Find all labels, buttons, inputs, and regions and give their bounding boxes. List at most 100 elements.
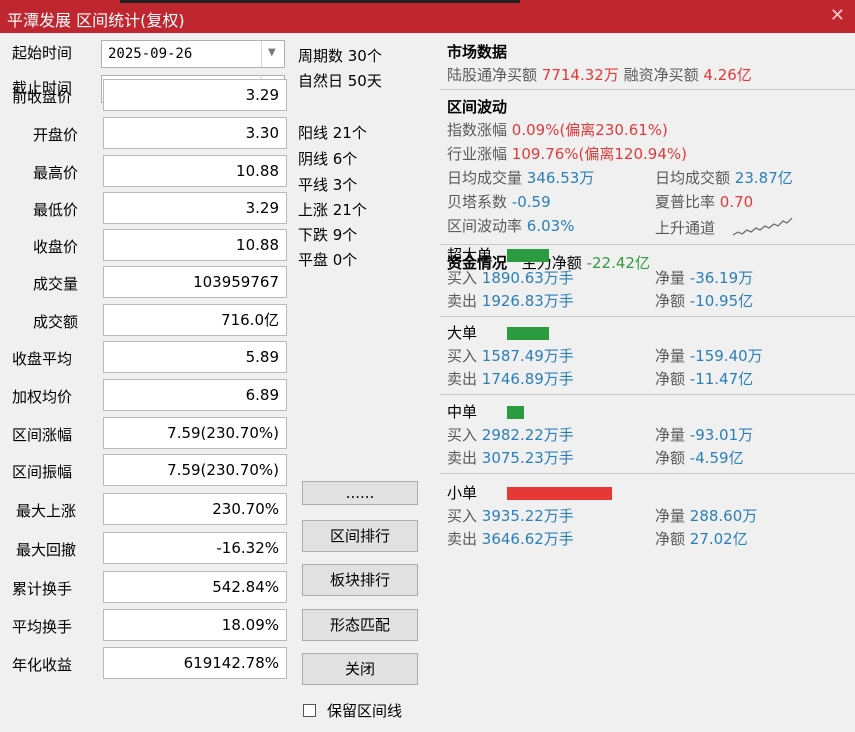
stat-value-field: 230.70% (103, 493, 287, 525)
fund-flow-bar (507, 327, 549, 340)
fund-field-value: -11.47亿 (689, 370, 754, 388)
stat-label: 最大回撤 (16, 541, 77, 559)
natural-days: 自然日 50天 (298, 72, 382, 90)
pattern-match-button[interactable]: 形态匹配 (302, 609, 418, 641)
fund-net-amount: 净额 27.02亿 (655, 528, 748, 549)
fund-buy: 买入 3935.22万手 (447, 505, 574, 526)
count-yin: 阴线 6个 (298, 150, 358, 168)
hsgt-value: 7714.32万 (541, 66, 619, 84)
stat-value-field: 3.29 (103, 192, 287, 224)
fund-field-label: 净额 (655, 449, 690, 467)
avg-amount-value: 23.87亿 (734, 169, 793, 187)
stat-label: 收盘平均 (12, 350, 73, 368)
fund-field-label: 卖出 (447, 292, 482, 310)
stat-label: 最低价 (33, 201, 79, 219)
fund-field-value: -4.59亿 (689, 449, 744, 467)
fund-net-volume: 净量 -93.01万 (655, 424, 753, 445)
fund-net-amount: 净额 -4.59亿 (655, 447, 744, 468)
avg-amount-row: 日均成交额 23.87亿 (655, 167, 793, 188)
stat-label: 年化收益 (12, 656, 73, 674)
fund-field-value: -10.95亿 (689, 292, 754, 310)
fund-flow-bar (507, 406, 524, 419)
range-rank-button[interactable]: 区间排行 (302, 520, 418, 552)
fund-group-name: 小单 (447, 484, 478, 502)
fund-group-name: 大单 (447, 324, 478, 342)
fund-field-label: 卖出 (447, 370, 482, 388)
margin-label: 融资净买额 (623, 66, 699, 84)
stats-dialog: 起始时间 2025-09-26 ▼ 截止时间 2025-11-14 ▼ 前收盘价… (0, 33, 855, 732)
fund-field-value: 1587.49万手 (481, 347, 574, 365)
stat-label: 区间涨幅 (12, 426, 73, 444)
stat-value-field: 10.88 (103, 229, 287, 261)
market-data-heading: 市场数据 (447, 43, 508, 61)
cycle-count: 周期数 30个 (298, 47, 382, 65)
close-icon[interactable]: ✕ (830, 5, 845, 26)
stat-value-field: -16.32% (103, 532, 287, 564)
stat-value-field: 7.59(230.70%) (103, 417, 287, 449)
index-change-value: 0.09%(偏离230.61%) (511, 121, 668, 139)
start-date-value: 2025-09-26 (108, 46, 193, 62)
divider (440, 316, 855, 317)
divider (440, 244, 855, 245)
start-date-dropdown-button[interactable]: ▼ (261, 41, 284, 67)
keep-range-line-checkbox[interactable] (303, 704, 316, 717)
more-button[interactable]: ...... (302, 481, 418, 505)
fund-field-label: 净量 (655, 269, 690, 287)
fund-buy: 买入 1890.63万手 (447, 267, 574, 288)
beta-label: 贝塔系数 (447, 193, 508, 211)
index-change-label: 指数涨幅 (447, 121, 508, 139)
fund-buy: 买入 2982.22万手 (447, 424, 574, 445)
stat-value-field: 3.29 (103, 79, 287, 111)
count-up: 上涨 21个 (298, 201, 367, 219)
sharpe-row: 夏普比率 0.70 (655, 191, 753, 212)
vol-rate-row: 区间波动率 6.03% (447, 215, 574, 236)
fund-flow-bar (507, 487, 612, 500)
window-title: 平潭发展 区间统计(复权) (7, 11, 185, 30)
fund-field-label: 净量 (655, 347, 690, 365)
divider (440, 394, 855, 395)
keep-range-line-label: 保留区间线 (327, 702, 403, 720)
fund-sell: 卖出 1746.89万手 (447, 368, 574, 389)
fund-field-value: 288.60万 (689, 507, 758, 525)
fund-sell: 卖出 1926.83万手 (447, 290, 574, 311)
fund-field-label: 净量 (655, 426, 690, 444)
start-date-label: 起始时间 (12, 44, 73, 62)
stat-value-field: 7.59(230.70%) (103, 454, 287, 486)
chevron-down-icon: ▼ (268, 47, 276, 58)
margin-value: 4.26亿 (703, 66, 752, 84)
beta-row: 贝塔系数 -0.59 (447, 191, 551, 212)
stat-label: 开盘价 (33, 126, 79, 144)
count-down: 下跌 9个 (298, 226, 358, 244)
fund-net-amount: 净额 -10.95亿 (655, 290, 753, 311)
fund-field-label: 买入 (447, 347, 482, 365)
fund-field-value: 1890.63万手 (481, 269, 574, 287)
avg-volume-label: 日均成交量 (447, 169, 523, 187)
vol-rate-value: 6.03% (526, 217, 575, 235)
fund-field-value: -159.40万 (689, 347, 763, 365)
fund-field-label: 净量 (655, 507, 690, 525)
sector-rank-button[interactable]: 板块排行 (302, 564, 418, 596)
channel-label: 上升通道 (655, 219, 716, 237)
fund-field-label: 买入 (447, 507, 482, 525)
vol-rate-label: 区间波动率 (447, 217, 523, 235)
count-flat-line: 平线 3个 (298, 176, 358, 194)
fund-group-name: 超大单 (447, 246, 493, 264)
fund-field-label: 买入 (447, 426, 482, 444)
fund-field-value: -36.19万 (689, 269, 754, 287)
title-bar: 平潭发展 区间统计(复权) ✕ (0, 0, 855, 33)
fund-field-label: 净额 (655, 370, 690, 388)
stat-value-field: 542.84% (103, 571, 287, 603)
beta-value: -0.59 (511, 193, 551, 211)
stat-value-field: 18.09% (103, 609, 287, 641)
hsgt-row: 陆股通净买额 7714.32万 融资净买额 4.26亿 (447, 64, 752, 85)
fund-group-name: 中单 (447, 403, 478, 421)
start-date-combo[interactable]: 2025-09-26 ▼ (101, 40, 285, 68)
close-button[interactable]: 关闭 (302, 653, 418, 685)
divider (440, 89, 855, 90)
stat-value-field: 3.30 (103, 117, 287, 149)
stat-label: 平均换手 (12, 618, 73, 636)
fund-sell: 卖出 3646.62万手 (447, 528, 574, 549)
stat-label: 前收盘价 (12, 88, 73, 106)
stat-label: 成交额 (33, 313, 79, 331)
index-change-row: 指数涨幅 0.09%(偏离230.61%) (447, 119, 668, 140)
